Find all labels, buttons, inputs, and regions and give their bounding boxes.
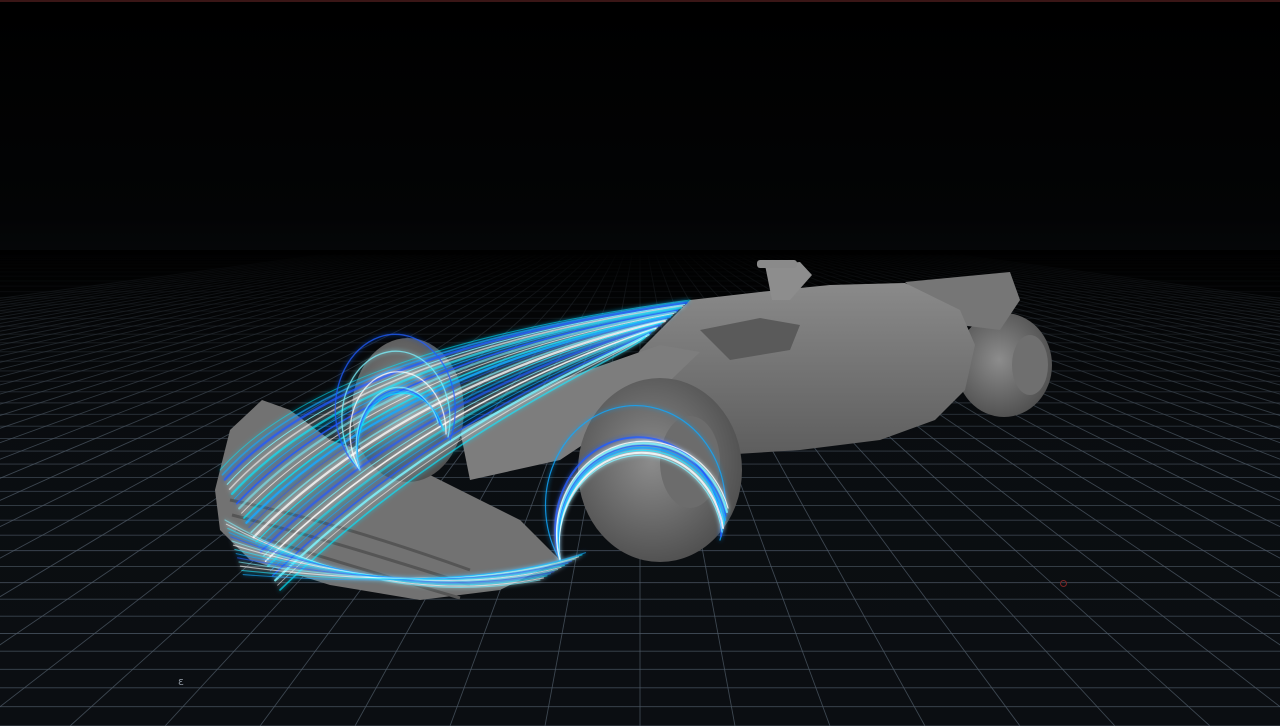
rear-view-mirror bbox=[757, 260, 797, 268]
scene-canvas[interactable] bbox=[0, 0, 1280, 726]
3d-viewport[interactable]: ε bbox=[0, 0, 1280, 726]
rear-right-rim bbox=[1012, 335, 1048, 395]
axis-gizmo-icon[interactable]: ε bbox=[172, 673, 190, 691]
grid-origin-marker bbox=[1060, 580, 1067, 587]
